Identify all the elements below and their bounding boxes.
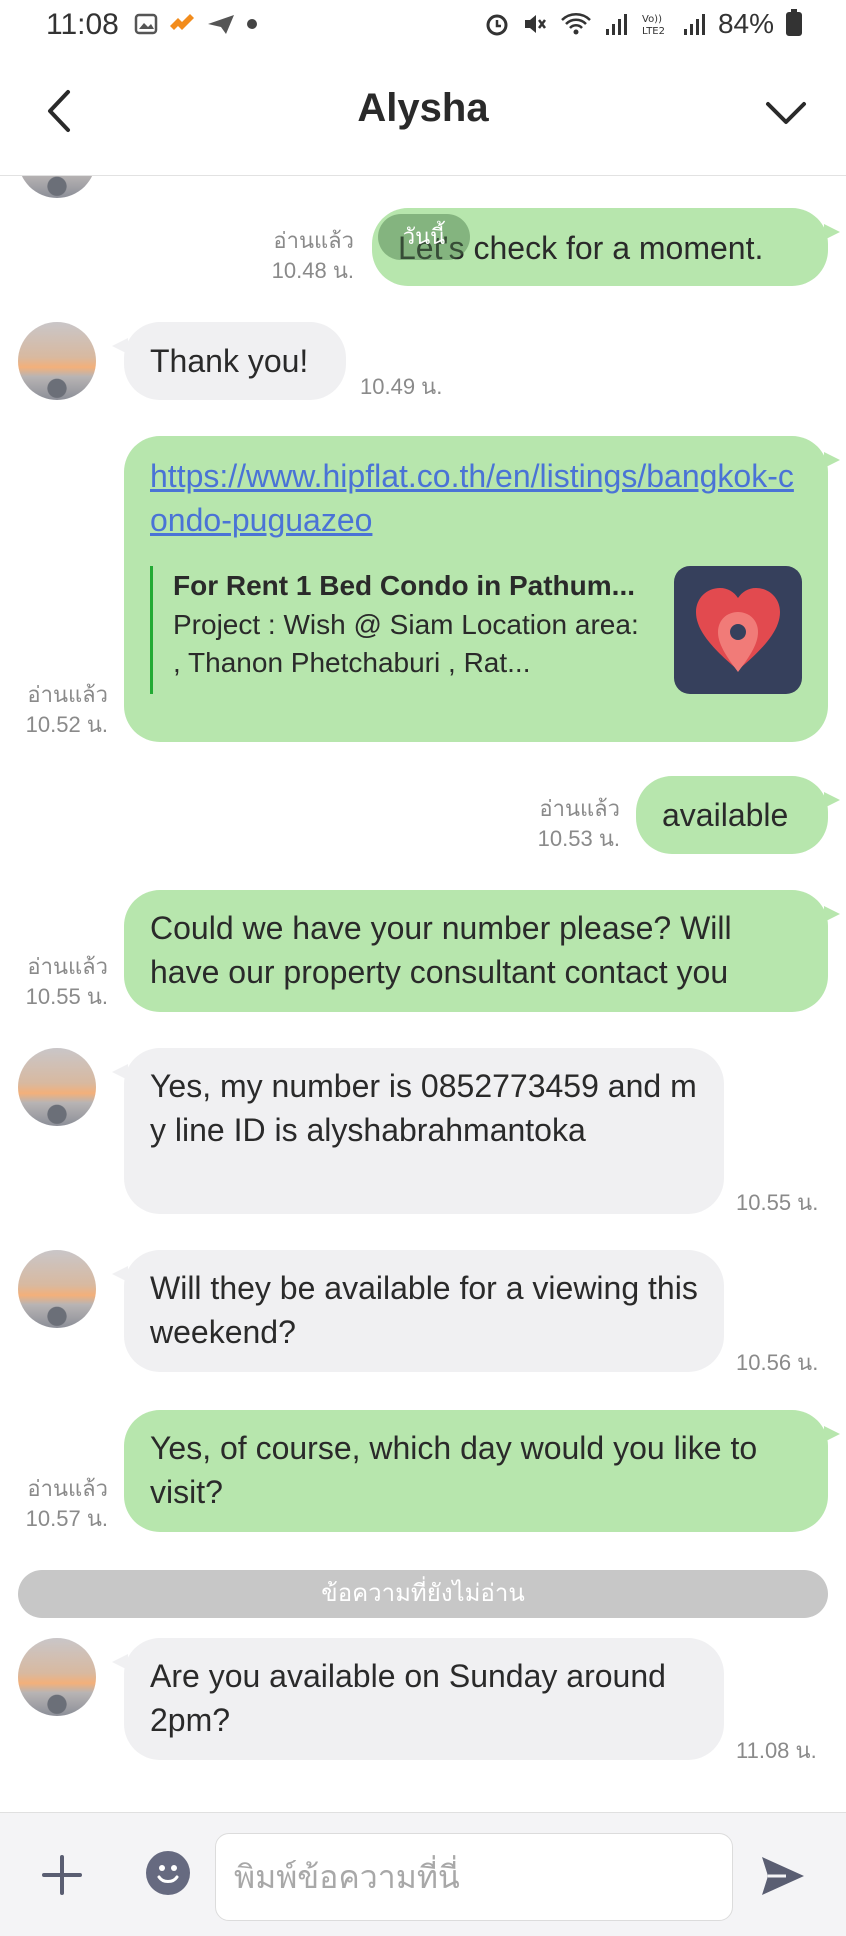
unread-divider: ข้อความที่ยังไม่อ่าน: [18, 1570, 828, 1618]
message-bubble[interactable]: Will they be available for a viewing thi…: [112, 1250, 724, 1372]
plus-icon[interactable]: [40, 1853, 84, 1897]
message-text: Could we have your number please? Will h…: [150, 910, 732, 990]
battery-icon: [786, 9, 802, 36]
signal-icon: [605, 14, 627, 35]
read-receipt: อ่านแล้ว: [539, 796, 620, 821]
send-status-icon: [208, 15, 234, 34]
message-text: Thank you!: [150, 343, 309, 379]
message-bubble[interactable]: Yes, of course, which day would you like…: [124, 1410, 840, 1532]
message-bubble[interactable]: Could we have your number please? Will h…: [124, 890, 840, 1012]
message-time: 10.49 น.: [360, 374, 443, 399]
message-time: 10.57 น.: [25, 1506, 108, 1531]
signal-2-icon: [683, 14, 705, 35]
emoji-icon[interactable]: [146, 1851, 190, 1895]
message-bubble[interactable]: Are you available on Sunday around 2pm?: [112, 1638, 724, 1760]
message-meta: อ่านแล้ว 10.53 น.: [500, 794, 620, 854]
wifi-icon: [561, 13, 591, 35]
preview-thumbnail: [674, 566, 802, 694]
message-bubble[interactable]: available: [636, 776, 840, 854]
svg-text:Vo)): Vo)): [642, 14, 662, 25]
message-meta: อ่านแล้ว 10.52 น.: [6, 680, 108, 740]
message-text: available: [662, 797, 789, 833]
message-time: 10.53 น.: [537, 826, 620, 851]
status-bar: 11:08 Vo)) LTE2 84%: [0, 0, 846, 52]
message-text: Will they be available for a viewing thi…: [150, 1270, 698, 1350]
message-time: 10.56 น.: [736, 1350, 819, 1375]
read-receipt: อ่านแล้ว: [273, 228, 354, 253]
dot-icon: [247, 19, 257, 29]
chevron-down-icon[interactable]: [764, 92, 808, 132]
preview-accent-bar: [150, 566, 153, 694]
message-time: 11.08 น.: [736, 1738, 817, 1763]
status-time: 11:08: [46, 8, 119, 41]
message-input-bar: [0, 1812, 846, 1936]
message-bubble[interactable]: Yes, my number is 0852773459 and my line…: [112, 1048, 724, 1214]
contact-name: Alysha: [357, 86, 489, 130]
message-link[interactable]: https://www.hipflat.co.th/en/listings/ba…: [150, 454, 802, 542]
message-time: 10.48 น.: [271, 258, 354, 283]
battery-percent: 84%: [717, 8, 774, 39]
message-meta: อ่านแล้ว 10.57 น.: [6, 1474, 108, 1534]
avatar[interactable]: [18, 1048, 96, 1126]
message-input[interactable]: [215, 1833, 733, 1921]
alarm-icon: [486, 14, 508, 36]
preview-description: Project : Wish @ Siam Location area: , T…: [173, 609, 639, 678]
read-receipt: อ่านแล้ว: [27, 954, 108, 979]
message-time: 10.55 น.: [736, 1190, 819, 1215]
svg-text:LTE2: LTE2: [642, 26, 665, 37]
message-text: Are you available on Sunday around 2pm?: [150, 1658, 666, 1738]
message-meta: อ่านแล้ว 10.48 น.: [240, 226, 354, 286]
send-icon[interactable]: [760, 1855, 806, 1897]
message-time: 10.52 น.: [25, 712, 108, 737]
message-text: Yes, of course, which day would you like…: [150, 1430, 758, 1510]
avatar[interactable]: [18, 322, 96, 400]
link-message-bubble[interactable]: https://www.hipflat.co.th/en/listings/ba…: [124, 436, 840, 742]
date-separator: วันนี้: [378, 214, 470, 260]
mute-icon: [524, 15, 546, 33]
chat-area[interactable]: อ่านแล้ว 10.48 น. Let's check for a mome…: [0, 176, 846, 1812]
avatar[interactable]: [18, 1638, 96, 1716]
message-meta: อ่านแล้ว 10.55 น.: [6, 952, 108, 1012]
smile-face-icon: [157, 1865, 179, 1883]
link-preview[interactable]: For Rent 1 Bed Condo in Pathum... Projec…: [150, 566, 802, 694]
message-text: Yes, my number is 0852773459 and my line…: [150, 1068, 697, 1148]
chat-header: Alysha: [0, 52, 846, 176]
gallery-icon: [134, 13, 158, 35]
read-receipt: อ่านแล้ว: [27, 682, 108, 707]
heart-location-icon: [696, 588, 780, 672]
volte-icon: Vo))LTE2: [642, 14, 665, 37]
message-time: 10.55 น.: [25, 984, 108, 1009]
preview-title: For Rent 1 Bed Condo in Pathum...: [173, 570, 635, 601]
avatar[interactable]: [18, 176, 96, 198]
message-bubble[interactable]: Thank you!: [112, 322, 346, 400]
app-notification-icon: [170, 14, 194, 30]
read-receipt: อ่านแล้ว: [27, 1476, 108, 1501]
avatar[interactable]: [18, 1250, 96, 1328]
